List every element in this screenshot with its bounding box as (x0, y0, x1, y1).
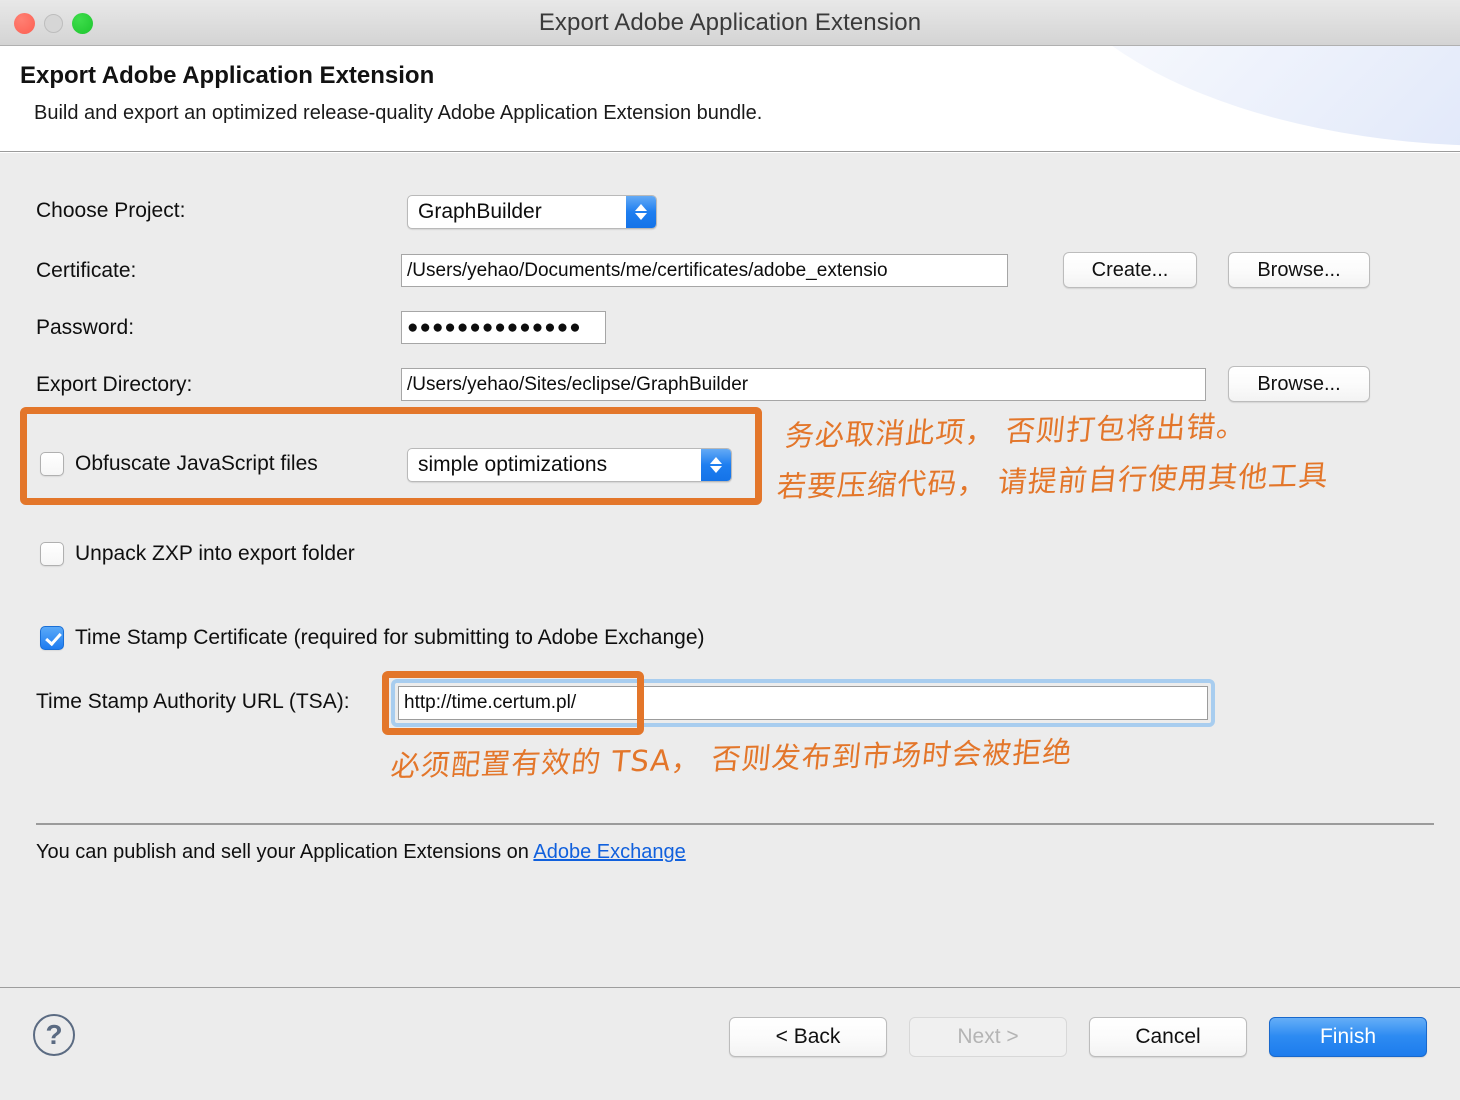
password-value: ●●●●●●●●●●●●●● (407, 316, 582, 338)
certificate-create-button[interactable]: Create... (1063, 252, 1197, 288)
close-button-icon[interactable] (14, 12, 35, 34)
tsa-value: http://time.certum.pl/ (404, 692, 577, 713)
chevron-updown-icon[interactable] (701, 449, 731, 481)
cancel-button[interactable]: Cancel (1089, 1017, 1247, 1057)
traffic-light-group (14, 0, 93, 46)
adobe-exchange-link[interactable]: Adobe Exchange (533, 841, 685, 863)
wizard-footer: ? < Back Next > Cancel Finish (0, 987, 1460, 1100)
choose-project-label: Choose Project: (36, 199, 186, 222)
page-description: Build and export an optimized release-qu… (34, 102, 763, 124)
help-icon[interactable]: ? (33, 1014, 75, 1056)
footnote-text: You can publish and sell your Applicatio… (36, 841, 686, 864)
tsa-label-wrap: Time Stamp Authority URL (TSA): (36, 690, 350, 714)
certificate-value: /Users/yehao/Documents/me/certificates/a… (407, 259, 888, 281)
timestamp-certificate-label: Time Stamp Certificate (required for sub… (75, 626, 705, 649)
certificate-input[interactable]: /Users/yehao/Documents/me/certificates/a… (401, 254, 1008, 287)
choose-project-label-wrap: Choose Project: (36, 199, 185, 223)
page-title: Export Adobe Application Extension (20, 62, 435, 89)
chevron-updown-icon[interactable] (626, 196, 656, 228)
wizard-body: Choose Project: GraphBuilder Certificate… (0, 152, 1460, 987)
timestamp-certificate-checkbox[interactable] (40, 626, 64, 650)
back-button[interactable]: < Back (729, 1017, 887, 1057)
window-titlebar: Export Adobe Application Extension (0, 0, 1460, 46)
window-title: Export Adobe Application Extension (538, 8, 922, 36)
obfuscate-level-dropdown[interactable]: simple optimizations (407, 448, 732, 482)
unpack-zxp-checkbox[interactable] (40, 542, 64, 566)
unpack-zxp-checkbox-row[interactable]: Unpack ZXP into export folder (40, 542, 355, 566)
tsa-input[interactable]: http://time.certum.pl/ (398, 686, 1208, 720)
zoom-button-icon[interactable] (72, 12, 93, 34)
export-directory-label-wrap: Export Directory: (36, 373, 192, 397)
unpack-zxp-label: Unpack ZXP into export folder (75, 542, 355, 565)
next-button: Next > (909, 1017, 1067, 1057)
header-decoration-swoosh (1030, 46, 1460, 146)
tsa-label: Time Stamp Authority URL (TSA): (36, 690, 350, 713)
wizard-header: Export Adobe Application Extension Build… (0, 46, 1460, 152)
annotation-text-obfuscate-line1: 务必取消此项， 否则打包将出错。 (783, 409, 1249, 453)
minimize-button-icon[interactable] (44, 13, 63, 33)
choose-project-value: GraphBuilder (418, 200, 542, 223)
password-label: Password: (36, 316, 135, 339)
password-input[interactable]: ●●●●●●●●●●●●●● (401, 311, 606, 344)
annotation-text-tsa: 必须配置有效的 TSA， 否则发布到市场时会被拒绝 (389, 734, 1075, 784)
certificate-browse-button[interactable]: Browse... (1228, 252, 1370, 288)
password-label-wrap: Password: (36, 316, 134, 340)
export-directory-label: Export Directory: (36, 373, 193, 396)
footnote-separator (36, 823, 1434, 825)
certificate-label: Certificate: (36, 259, 137, 282)
export-directory-value: /Users/yehao/Sites/eclipse/GraphBuilder (407, 373, 749, 395)
obfuscate-checkbox-row[interactable]: Obfuscate JavaScript files (40, 452, 318, 476)
export-directory-input[interactable]: /Users/yehao/Sites/eclipse/GraphBuilder (401, 368, 1206, 401)
obfuscate-checkbox[interactable] (40, 452, 64, 476)
obfuscate-label: Obfuscate JavaScript files (75, 452, 318, 475)
export-directory-browse-button[interactable]: Browse... (1228, 366, 1370, 402)
finish-button[interactable]: Finish (1269, 1017, 1427, 1057)
export-extension-dialog: Export Adobe Application Extension Expor… (0, 0, 1460, 1100)
certificate-label-wrap: Certificate: (36, 259, 136, 283)
timestamp-certificate-checkbox-row[interactable]: Time Stamp Certificate (required for sub… (40, 626, 705, 650)
obfuscate-level-value: simple optimizations (418, 453, 608, 476)
footer-button-group: < Back Next > Cancel Finish (729, 1017, 1427, 1057)
annotation-text-obfuscate-line2: 若要压缩代码， 请提前自行使用其他工具 (775, 458, 1331, 504)
footnote-prefix: You can publish and sell your Applicatio… (36, 841, 534, 863)
choose-project-dropdown[interactable]: GraphBuilder (407, 195, 657, 229)
